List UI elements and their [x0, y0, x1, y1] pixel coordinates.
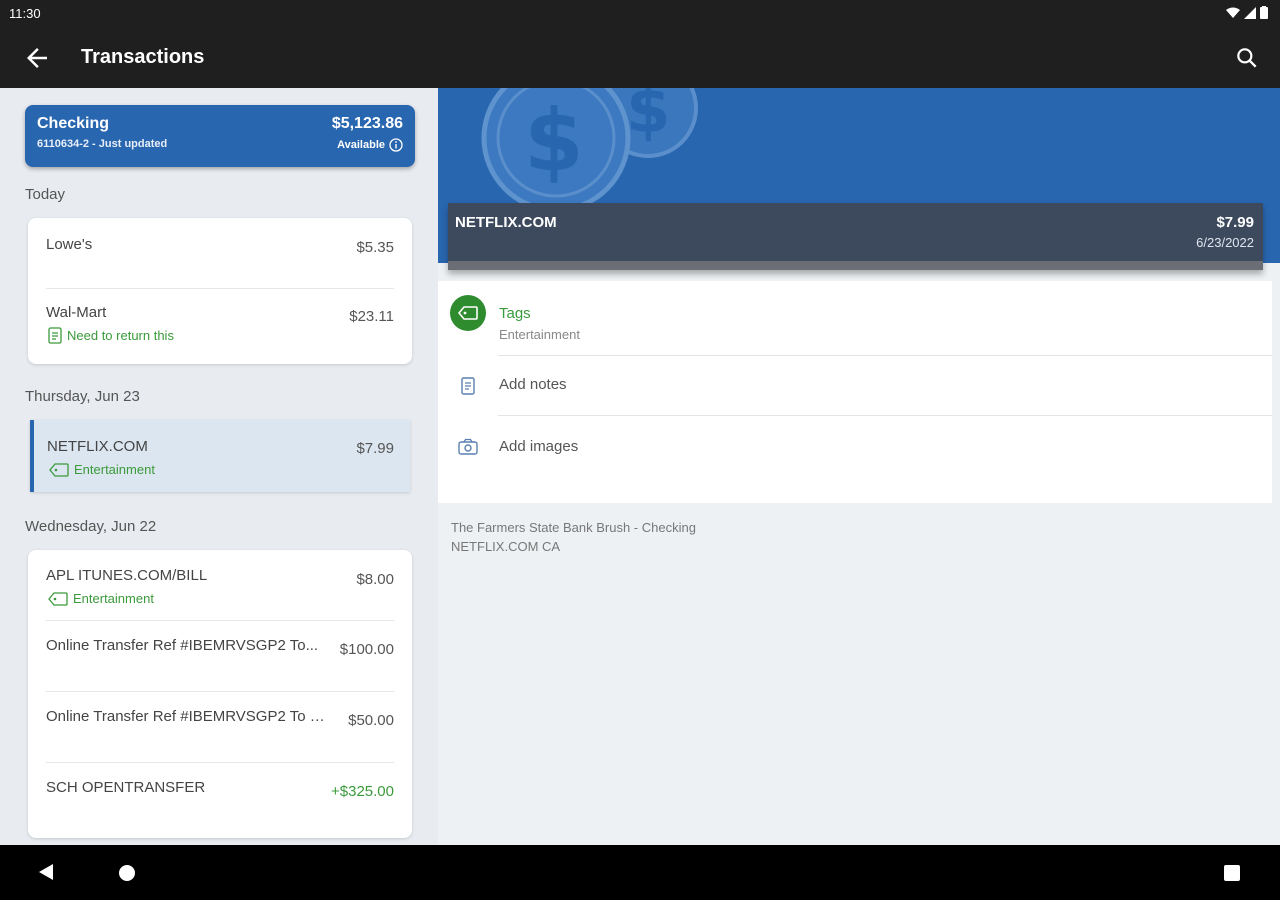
bank-description-line: NETFLIX.COM CA — [451, 539, 561, 554]
account-balance: $5,123.86 — [331, 115, 403, 132]
transaction-row[interactable]: APL ITUNES.COM/BILL $8.00 Entertainment — [46, 550, 394, 621]
transactions-list-pane: Checking 6110634-2 - Just updated $5,123… — [0, 88, 438, 845]
search-button[interactable] — [1234, 45, 1260, 71]
tags-badge — [450, 295, 486, 331]
add-images-label: Add images — [499, 438, 579, 455]
page-title: Transactions — [81, 46, 205, 68]
transaction-detail-pane: $ $ NETFLIX.COM $7.99 6/23/2022 Tags Ent… — [438, 88, 1280, 845]
bank-account-line: The Farmers State Bank Brush - Checking — [451, 520, 696, 535]
detail-summary-banner: NETFLIX.COM $7.99 6/23/2022 — [448, 203, 1263, 270]
signal-icon — [1244, 6, 1256, 19]
transaction-row[interactable]: Online Transfer Ref #IBEMRVSGP2 To... $1… — [46, 621, 394, 692]
add-images-row[interactable]: Add images — [438, 416, 1272, 478]
status-time: 11:30 — [9, 6, 41, 21]
note-icon — [48, 327, 62, 344]
date-header: Today — [25, 186, 66, 203]
detail-date: 6/23/2022 — [1196, 235, 1254, 250]
tags-row[interactable]: Tags Entertainment — [438, 281, 1272, 356]
nav-home-icon[interactable] — [119, 865, 135, 881]
note-text: Need to return this — [67, 328, 174, 343]
bank-info: The Farmers State Bank Brush - Checking … — [451, 518, 696, 556]
detail-amount: $7.99 — [1216, 214, 1254, 231]
tag-icon — [49, 462, 69, 477]
transaction-amount: $5.35 — [356, 239, 394, 256]
account-available: Available — [337, 138, 403, 152]
arrow-back-icon — [27, 48, 47, 68]
account-card[interactable]: Checking 6110634-2 - Just updated $5,123… — [25, 105, 415, 167]
transaction-row[interactable]: Online Transfer Ref #IBEMRVSGP2 To S... … — [46, 692, 394, 763]
transaction-amount: +$325.00 — [331, 783, 394, 800]
tag-text: Entertainment — [74, 462, 155, 477]
transaction-row[interactable]: Lowe's $5.35 — [46, 218, 394, 289]
detail-hero: $ $ NETFLIX.COM $7.99 6/23/2022 — [438, 88, 1280, 270]
transaction-name: Lowe's — [46, 236, 93, 253]
transaction-tag: Entertainment — [49, 462, 155, 477]
system-nav-bar — [0, 845, 1280, 900]
search-icon — [1237, 48, 1257, 68]
nav-back-icon[interactable] — [38, 863, 54, 881]
tags-value: Entertainment — [499, 327, 580, 342]
tag-icon — [48, 591, 68, 606]
transaction-amount: $23.11 — [349, 308, 394, 325]
app-bar: Transactions — [0, 26, 1280, 88]
transaction-note: Need to return this — [48, 327, 174, 344]
transaction-name: APL ITUNES.COM/BILL — [46, 567, 208, 584]
transaction-amount: $50.00 — [348, 712, 394, 729]
account-subtitle: 6110634-2 - Just updated — [37, 138, 168, 150]
transaction-group-card: APL ITUNES.COM/BILL $8.00 Entertainment … — [28, 550, 412, 838]
wifi-icon — [1226, 7, 1240, 18]
transaction-row[interactable]: Wal-Mart $23.11 Need to return this — [46, 289, 394, 360]
transaction-name: Online Transfer Ref #IBEMRVSGP2 To S... — [46, 708, 331, 725]
transaction-amount: $7.99 — [356, 440, 394, 457]
camera-icon — [458, 438, 478, 455]
transaction-name: NETFLIX.COM — [47, 438, 148, 455]
nav-recents-icon[interactable] — [1224, 865, 1240, 881]
transaction-tag: Entertainment — [48, 591, 154, 606]
transaction-amount: $8.00 — [356, 571, 394, 588]
transaction-name: Wal-Mart — [46, 304, 107, 321]
battery-icon — [1260, 6, 1268, 19]
transaction-row-selected[interactable]: NETFLIX.COM $7.99 Entertainment — [30, 420, 410, 492]
notes-icon — [461, 377, 475, 395]
svg-text:$: $ — [524, 91, 584, 191]
account-name: Checking — [37, 115, 110, 132]
tag-icon — [458, 306, 478, 320]
available-label: Available — [337, 139, 385, 151]
status-icons — [1226, 6, 1268, 19]
tags-label: Tags — [499, 305, 531, 322]
add-notes-label: Add notes — [499, 376, 567, 393]
date-header: Thursday, Jun 23 — [25, 388, 140, 405]
status-bar: 11:30 — [0, 0, 1280, 26]
svg-text:$: $ — [626, 88, 671, 148]
transaction-name: SCH OPENTRANSFER — [46, 779, 206, 796]
add-notes-row[interactable]: Add notes — [438, 356, 1272, 416]
tag-text: Entertainment — [73, 591, 154, 606]
back-button[interactable] — [22, 43, 52, 73]
transaction-group-card: Lowe's $5.35 Wal-Mart $23.11 Need to ret… — [28, 218, 412, 364]
transaction-row[interactable]: SCH OPENTRANSFER +$325.00 — [46, 763, 394, 834]
detail-actions-card: Tags Entertainment Add notes Add images — [438, 281, 1272, 503]
detail-merchant: NETFLIX.COM — [455, 214, 557, 231]
info-icon[interactable] — [389, 138, 403, 152]
date-header: Wednesday, Jun 22 — [25, 518, 157, 535]
transaction-name: Online Transfer Ref #IBEMRVSGP2 To... — [46, 637, 319, 654]
transaction-amount: $100.00 — [339, 641, 394, 658]
